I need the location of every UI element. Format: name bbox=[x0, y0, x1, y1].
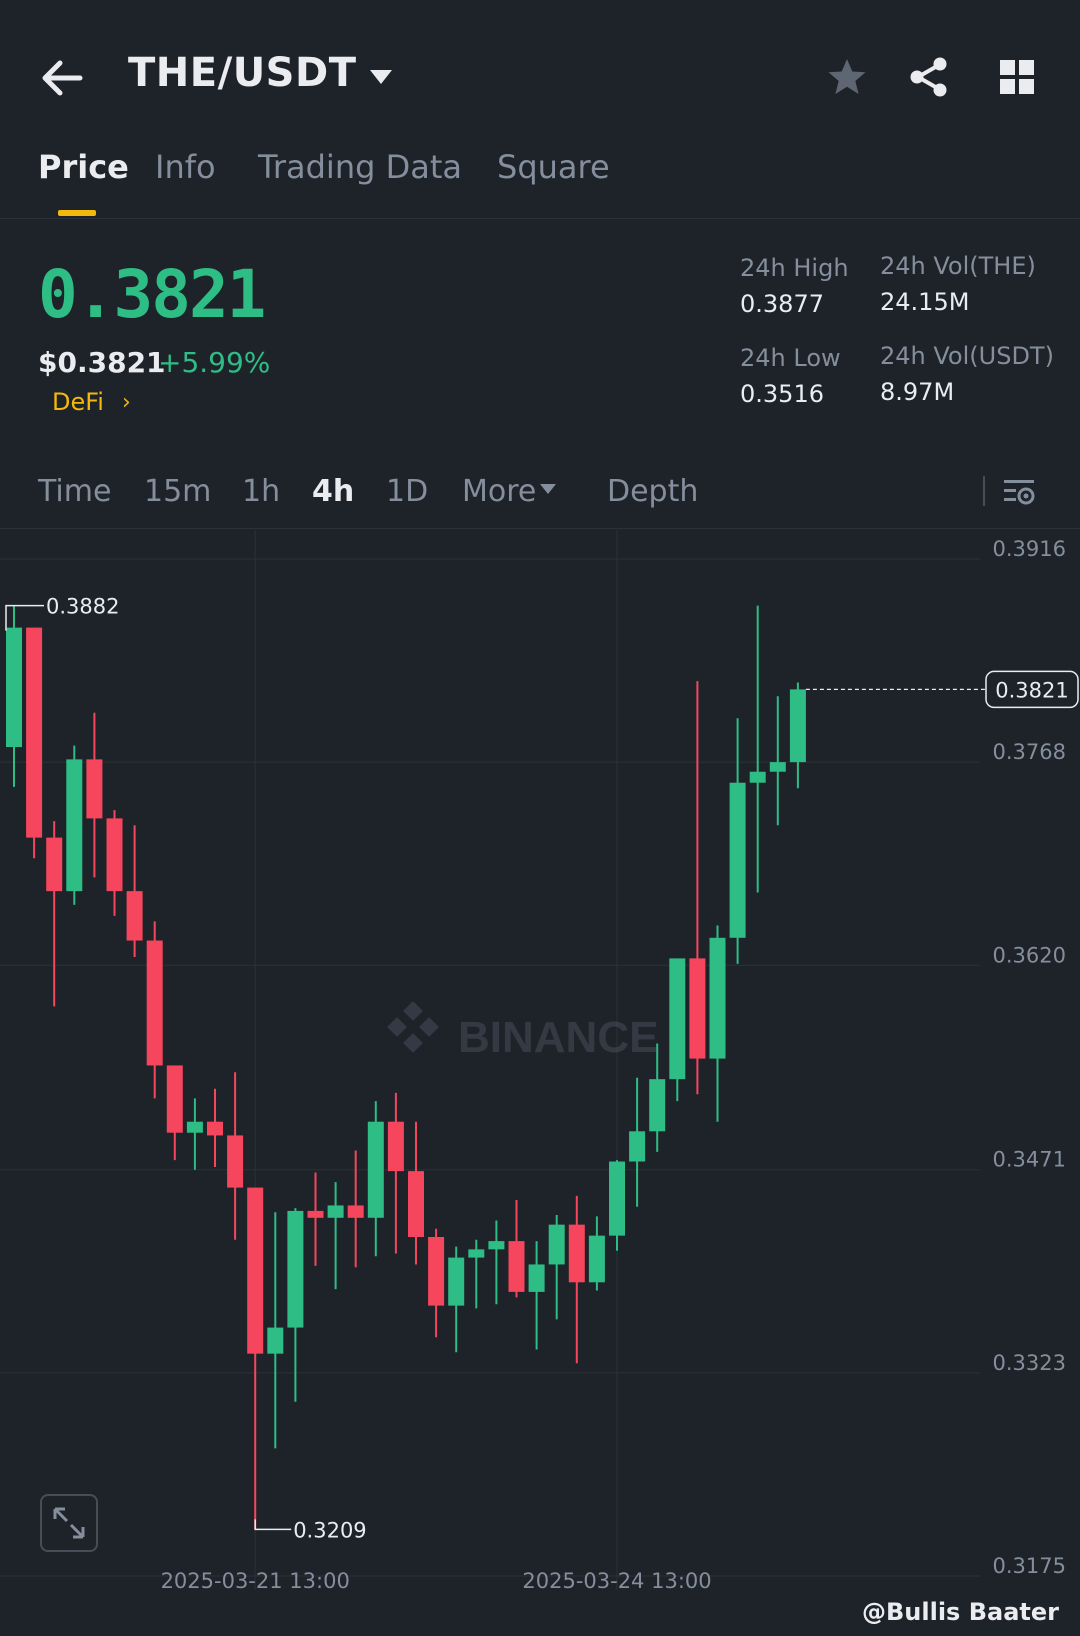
last-price: 0.3821 bbox=[38, 256, 266, 333]
tf-time[interactable]: Time bbox=[38, 474, 111, 509]
chart-top-divider bbox=[0, 528, 1080, 529]
low-value: 0.3516 bbox=[740, 380, 824, 408]
divider bbox=[0, 218, 1080, 219]
tf-1d[interactable]: 1D bbox=[386, 474, 428, 509]
candle-body bbox=[649, 1079, 666, 1132]
pair-title[interactable]: THE/USDT bbox=[128, 50, 356, 96]
candle-body bbox=[387, 1121, 404, 1172]
timeframe-bar: Time 15m 1h 4h 1D More Depth bbox=[0, 460, 1080, 526]
candle-body bbox=[789, 689, 806, 763]
candle-body bbox=[126, 891, 143, 941]
y-tick-label: 0.3323 bbox=[993, 1351, 1066, 1375]
high-marker-line bbox=[5, 604, 44, 631]
candle-body bbox=[207, 1121, 223, 1136]
share-icon[interactable] bbox=[908, 56, 950, 98]
y-tick-label: 0.3620 bbox=[993, 943, 1066, 967]
candle-body bbox=[227, 1135, 244, 1188]
tf-1h[interactable]: 1h bbox=[242, 474, 280, 509]
candle-body bbox=[629, 1131, 646, 1162]
y-tick-label: 0.3175 bbox=[993, 1554, 1066, 1578]
candle-body bbox=[307, 1210, 324, 1218]
candle-body bbox=[428, 1237, 445, 1306]
candle-body bbox=[609, 1161, 625, 1236]
candle-body bbox=[408, 1171, 424, 1237]
candle-body bbox=[267, 1327, 284, 1354]
tab-trading-data[interactable]: Trading Data bbox=[258, 148, 462, 186]
chevron-right-icon[interactable]: › bbox=[122, 390, 131, 415]
separator bbox=[983, 476, 985, 506]
vol-quote-label: 24h Vol(USDT) bbox=[880, 342, 1054, 370]
y-tick-label: 0.3471 bbox=[993, 1148, 1066, 1172]
candle-body bbox=[729, 782, 746, 938]
candle-body bbox=[66, 759, 83, 892]
y-tick-label: 0.3916 bbox=[993, 537, 1066, 561]
star-icon[interactable] bbox=[826, 56, 868, 98]
tab-info[interactable]: Info bbox=[155, 148, 216, 186]
price-change-percent: +5.99% bbox=[158, 346, 271, 379]
candle-body bbox=[166, 1065, 183, 1133]
candle-body bbox=[448, 1257, 465, 1306]
back-arrow-icon[interactable] bbox=[40, 58, 84, 98]
usd-price: $0.3821 bbox=[38, 346, 166, 379]
candle-body bbox=[488, 1241, 505, 1250]
tab-price[interactable]: Price bbox=[38, 148, 129, 186]
candle-body bbox=[588, 1235, 605, 1283]
candle-body bbox=[709, 937, 726, 1059]
candle-body bbox=[468, 1249, 485, 1258]
high-value: 0.3877 bbox=[740, 290, 824, 318]
candle-body bbox=[528, 1264, 545, 1292]
high-label: 24h High bbox=[740, 254, 849, 282]
candle-body bbox=[26, 627, 43, 838]
top-bar: THE/USDT bbox=[0, 0, 1080, 150]
category-tag[interactable]: DeFi bbox=[52, 388, 104, 416]
candle-body bbox=[769, 762, 786, 772]
more-caret-icon[interactable] bbox=[540, 484, 556, 494]
candle-body bbox=[106, 818, 123, 892]
watermark-text: BINANCE bbox=[458, 1013, 658, 1062]
expand-icon bbox=[53, 1507, 85, 1539]
tf-more[interactable]: More bbox=[462, 474, 536, 509]
x-tick-label: 2025-03-21 13:00 bbox=[161, 1569, 350, 1590]
candle-body bbox=[508, 1241, 525, 1292]
x-tick-label: 2025-03-24 13:00 bbox=[522, 1569, 711, 1590]
caret-down-icon[interactable] bbox=[368, 68, 394, 86]
candle-body bbox=[86, 759, 103, 819]
candle-body bbox=[327, 1205, 344, 1218]
low-marker-label: 0.3209 bbox=[293, 1518, 366, 1542]
candle-body bbox=[347, 1205, 364, 1218]
candle-body bbox=[287, 1210, 304, 1328]
high-marker-label: 0.3882 bbox=[46, 595, 119, 619]
candle-body bbox=[247, 1187, 264, 1354]
tf-15m[interactable]: 15m bbox=[144, 474, 211, 509]
candle-body bbox=[749, 771, 766, 783]
active-tab-indicator bbox=[58, 210, 96, 216]
candle-body bbox=[689, 958, 706, 1059]
vol-base-value: 24.15M bbox=[880, 288, 970, 316]
tab-square[interactable]: Square bbox=[497, 148, 610, 186]
low-marker-line bbox=[254, 1519, 292, 1531]
main-tabs: Price Info Trading Data Square bbox=[0, 148, 1080, 218]
candle-body bbox=[46, 837, 63, 892]
expand-button[interactable] bbox=[40, 1494, 98, 1552]
grid-icon[interactable] bbox=[998, 58, 1036, 96]
last-price-label: 0.3821 bbox=[995, 678, 1068, 702]
chart-settings-icon[interactable] bbox=[1002, 474, 1038, 510]
vol-quote-value: 8.97M bbox=[880, 378, 955, 406]
candle-body bbox=[568, 1224, 585, 1283]
low-label: 24h Low bbox=[740, 344, 841, 372]
tf-depth[interactable]: Depth bbox=[607, 474, 698, 509]
candle-body bbox=[367, 1121, 384, 1218]
candle-body bbox=[186, 1121, 203, 1133]
candle-body bbox=[548, 1224, 565, 1265]
footer-credit: @Bullis Baater bbox=[862, 1598, 1059, 1626]
candle-body bbox=[146, 940, 163, 1066]
y-tick-label: 0.3768 bbox=[993, 740, 1066, 764]
binance-watermark-logo: BINANCE bbox=[387, 1002, 658, 1062]
tf-4h[interactable]: 4h bbox=[312, 474, 354, 509]
candle-body bbox=[6, 627, 22, 748]
vol-base-label: 24h Vol(THE) bbox=[880, 252, 1036, 280]
